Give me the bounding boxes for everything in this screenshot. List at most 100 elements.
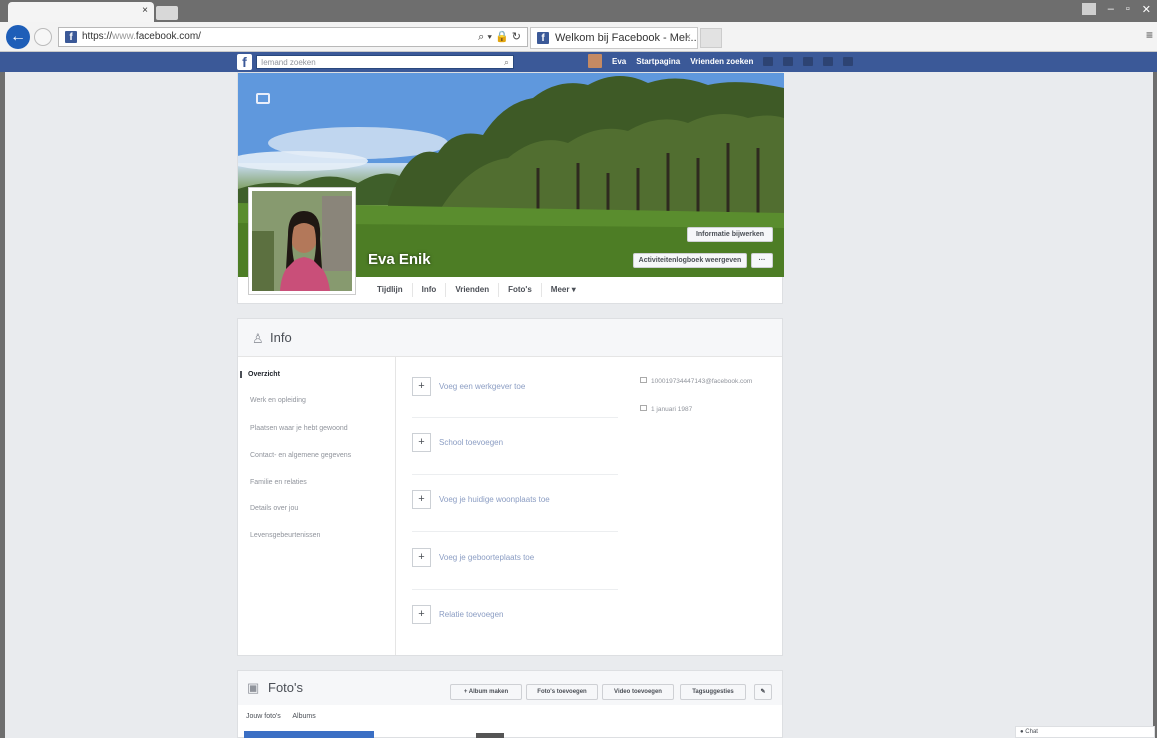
tab-more[interactable]: Meer ▾ <box>542 283 585 297</box>
info-menu-life-events[interactable]: Levensgebeurtenissen <box>250 532 320 539</box>
divider <box>412 474 618 475</box>
info-menu-work-education[interactable]: Werk en opleiding <box>250 397 306 404</box>
info-menu-overview[interactable]: Overzicht <box>240 371 280 378</box>
account-menu-icon[interactable] <box>843 56 854 66</box>
profile-picture[interactable] <box>248 187 356 295</box>
info-header: ♙ Info <box>238 319 782 357</box>
info-menu-contact[interactable]: Contact- en algemene gegevens <box>250 452 351 459</box>
browser-tab-active[interactable]: f Welkom bij Facebook - Mel... × <box>530 27 698 49</box>
plus-icon[interactable]: + <box>412 605 431 624</box>
back-button[interactable]: ← <box>6 25 30 49</box>
email-value: 100019734447143@facebook.com <box>651 378 753 385</box>
info-section: ♙ Info Overzicht Werk en opleiding Plaat… <box>237 318 783 656</box>
forward-button[interactable] <box>34 28 52 46</box>
user-icon[interactable] <box>1081 3 1096 15</box>
photos-title[interactable]: Foto's <box>268 680 303 695</box>
activity-log-button[interactable]: Activiteitenlogboek weergeven <box>633 253 747 268</box>
add-employer-item[interactable]: + Voeg een werkgever toe <box>412 377 525 396</box>
facebook-nav-links: Eva Startpagina Vrienden zoeken <box>588 54 854 68</box>
tab-friends[interactable]: Vrienden <box>446 283 500 297</box>
avatar-image <box>252 191 352 291</box>
tag-suggestions-button[interactable]: Tagsuggesties <box>680 684 746 700</box>
tab-photos[interactable]: Foto's <box>499 283 542 297</box>
close-window-button[interactable]: ✕ <box>1142 3 1151 16</box>
minimize-button[interactable]: – <box>1108 3 1114 16</box>
chat-bar[interactable]: ● Chat <box>1015 726 1155 738</box>
tab-close-icon[interactable]: × <box>142 5 148 16</box>
plus-icon[interactable]: + <box>412 377 431 396</box>
tab-your-photos[interactable]: Jouw foto's <box>246 713 281 720</box>
avatar-portrait <box>252 191 352 291</box>
new-tab-button[interactable] <box>700 28 722 48</box>
user-avatar-icon[interactable] <box>588 54 602 68</box>
plus-icon[interactable]: + <box>412 433 431 452</box>
tab-info[interactable]: Info <box>413 283 447 297</box>
tab-close-icon[interactable]: × <box>685 32 691 43</box>
tab-title: Welkom bij Facebook - Mel... <box>555 32 697 44</box>
tab-timeline[interactable]: Tijdlijn <box>368 283 413 297</box>
photo-thumbnail[interactable] <box>476 733 504 738</box>
birthday-icon <box>640 405 647 411</box>
add-relationship-link[interactable]: Relatie toevoegen <box>439 610 504 619</box>
contact-email: 100019734447143@facebook.com <box>640 377 770 386</box>
birthday-value: 1 januari 1987 <box>651 406 693 413</box>
divider <box>412 531 618 532</box>
profile-name[interactable]: Eva Enik <box>368 251 431 268</box>
browser-tab-inactive[interactable]: × <box>8 2 154 22</box>
add-current-city-item[interactable]: + Voeg je huidige woonplaats toe <box>412 490 550 509</box>
plus-icon[interactable]: + <box>412 548 431 567</box>
divider <box>412 417 618 418</box>
email-icon <box>640 377 647 383</box>
add-hometown-link[interactable]: Voeg je geboorteplaats toe <box>439 553 534 562</box>
camera-icon[interactable] <box>256 93 270 104</box>
window-controls: – ▫ ✕ <box>1081 3 1151 16</box>
window-border-left <box>0 72 5 738</box>
info-menu: Overzicht Werk en opleiding Plaatsen waa… <box>238 357 396 655</box>
photos-header: ▣ Foto's + Album maken Foto's toevoegen … <box>238 671 782 705</box>
photo-thumbnail[interactable] <box>244 731 374 738</box>
chat-label: Chat <box>1025 729 1038 735</box>
messages-icon[interactable] <box>783 56 794 66</box>
search-icon[interactable]: ⌕ <box>504 56 509 69</box>
plus-icon[interactable]: + <box>412 490 431 509</box>
search-placeholder: Iemand zoeken <box>261 58 316 67</box>
photos-icon: ▣ <box>247 680 260 695</box>
profile-header: Informatie bijwerken Activiteitenlogboek… <box>237 72 784 304</box>
maximize-button[interactable]: ▫ <box>1126 3 1130 16</box>
profile-tabs: Tijdlijn Info Vrienden Foto's Meer ▾ <box>368 283 585 297</box>
add-school-item[interactable]: + School toevoegen <box>412 433 503 452</box>
info-menu-details[interactable]: Details over jou <box>250 505 298 512</box>
privacy-icon[interactable] <box>823 56 834 66</box>
info-menu-family[interactable]: Familie en relaties <box>250 479 307 486</box>
notifications-icon[interactable] <box>803 56 814 66</box>
menu-icon[interactable]: ≡ <box>1146 28 1153 42</box>
friend-requests-icon[interactable] <box>763 56 774 66</box>
info-menu-places[interactable]: Plaatsen waar je hebt gewoond <box>250 425 348 432</box>
facebook-favicon-icon: f <box>65 31 77 43</box>
create-album-button[interactable]: + Album maken <box>450 684 522 700</box>
window-border-right <box>1153 72 1157 738</box>
url-field[interactable]: f https://www.facebook.com/ ⌕ ▾ 🔒 ↻ <box>58 27 528 47</box>
add-current-city-link[interactable]: Voeg je huidige woonplaats toe <box>439 495 550 504</box>
add-employer-link[interactable]: Voeg een werkgever toe <box>439 382 525 391</box>
update-info-button[interactable]: Informatie bijwerken <box>687 227 773 242</box>
nav-home-link[interactable]: Startpagina <box>636 57 680 66</box>
add-video-button[interactable]: Video toevoegen <box>602 684 674 700</box>
add-school-link[interactable]: School toevoegen <box>439 438 503 447</box>
url-tools-icons[interactable]: ⌕ ▾ 🔒 ↻ <box>478 30 521 44</box>
facebook-logo-icon[interactable]: f <box>237 54 252 70</box>
add-photos-button[interactable]: Foto's toevoegen <box>526 684 598 700</box>
new-tab-button[interactable] <box>156 6 178 20</box>
edit-pencil-icon[interactable]: ✎ <box>754 684 772 700</box>
nav-find-friends-link[interactable]: Vrienden zoeken <box>690 57 753 66</box>
tab-albums[interactable]: Albums <box>292 713 315 720</box>
add-hometown-item[interactable]: + Voeg je geboorteplaats toe <box>412 548 534 567</box>
add-relationship-item[interactable]: + Relatie toevoegen <box>412 605 504 624</box>
info-title[interactable]: Info <box>270 330 292 345</box>
facebook-search-input[interactable]: Iemand zoeken ⌕ <box>256 55 514 69</box>
nav-profile-link[interactable]: Eva <box>612 57 626 66</box>
more-options-button[interactable]: ··· <box>751 253 773 268</box>
photos-section: ▣ Foto's + Album maken Foto's toevoegen … <box>237 670 783 738</box>
photos-tabs: Jouw foto's Albums <box>246 713 326 720</box>
browser-titlebar: × – ▫ ✕ <box>0 0 1157 22</box>
